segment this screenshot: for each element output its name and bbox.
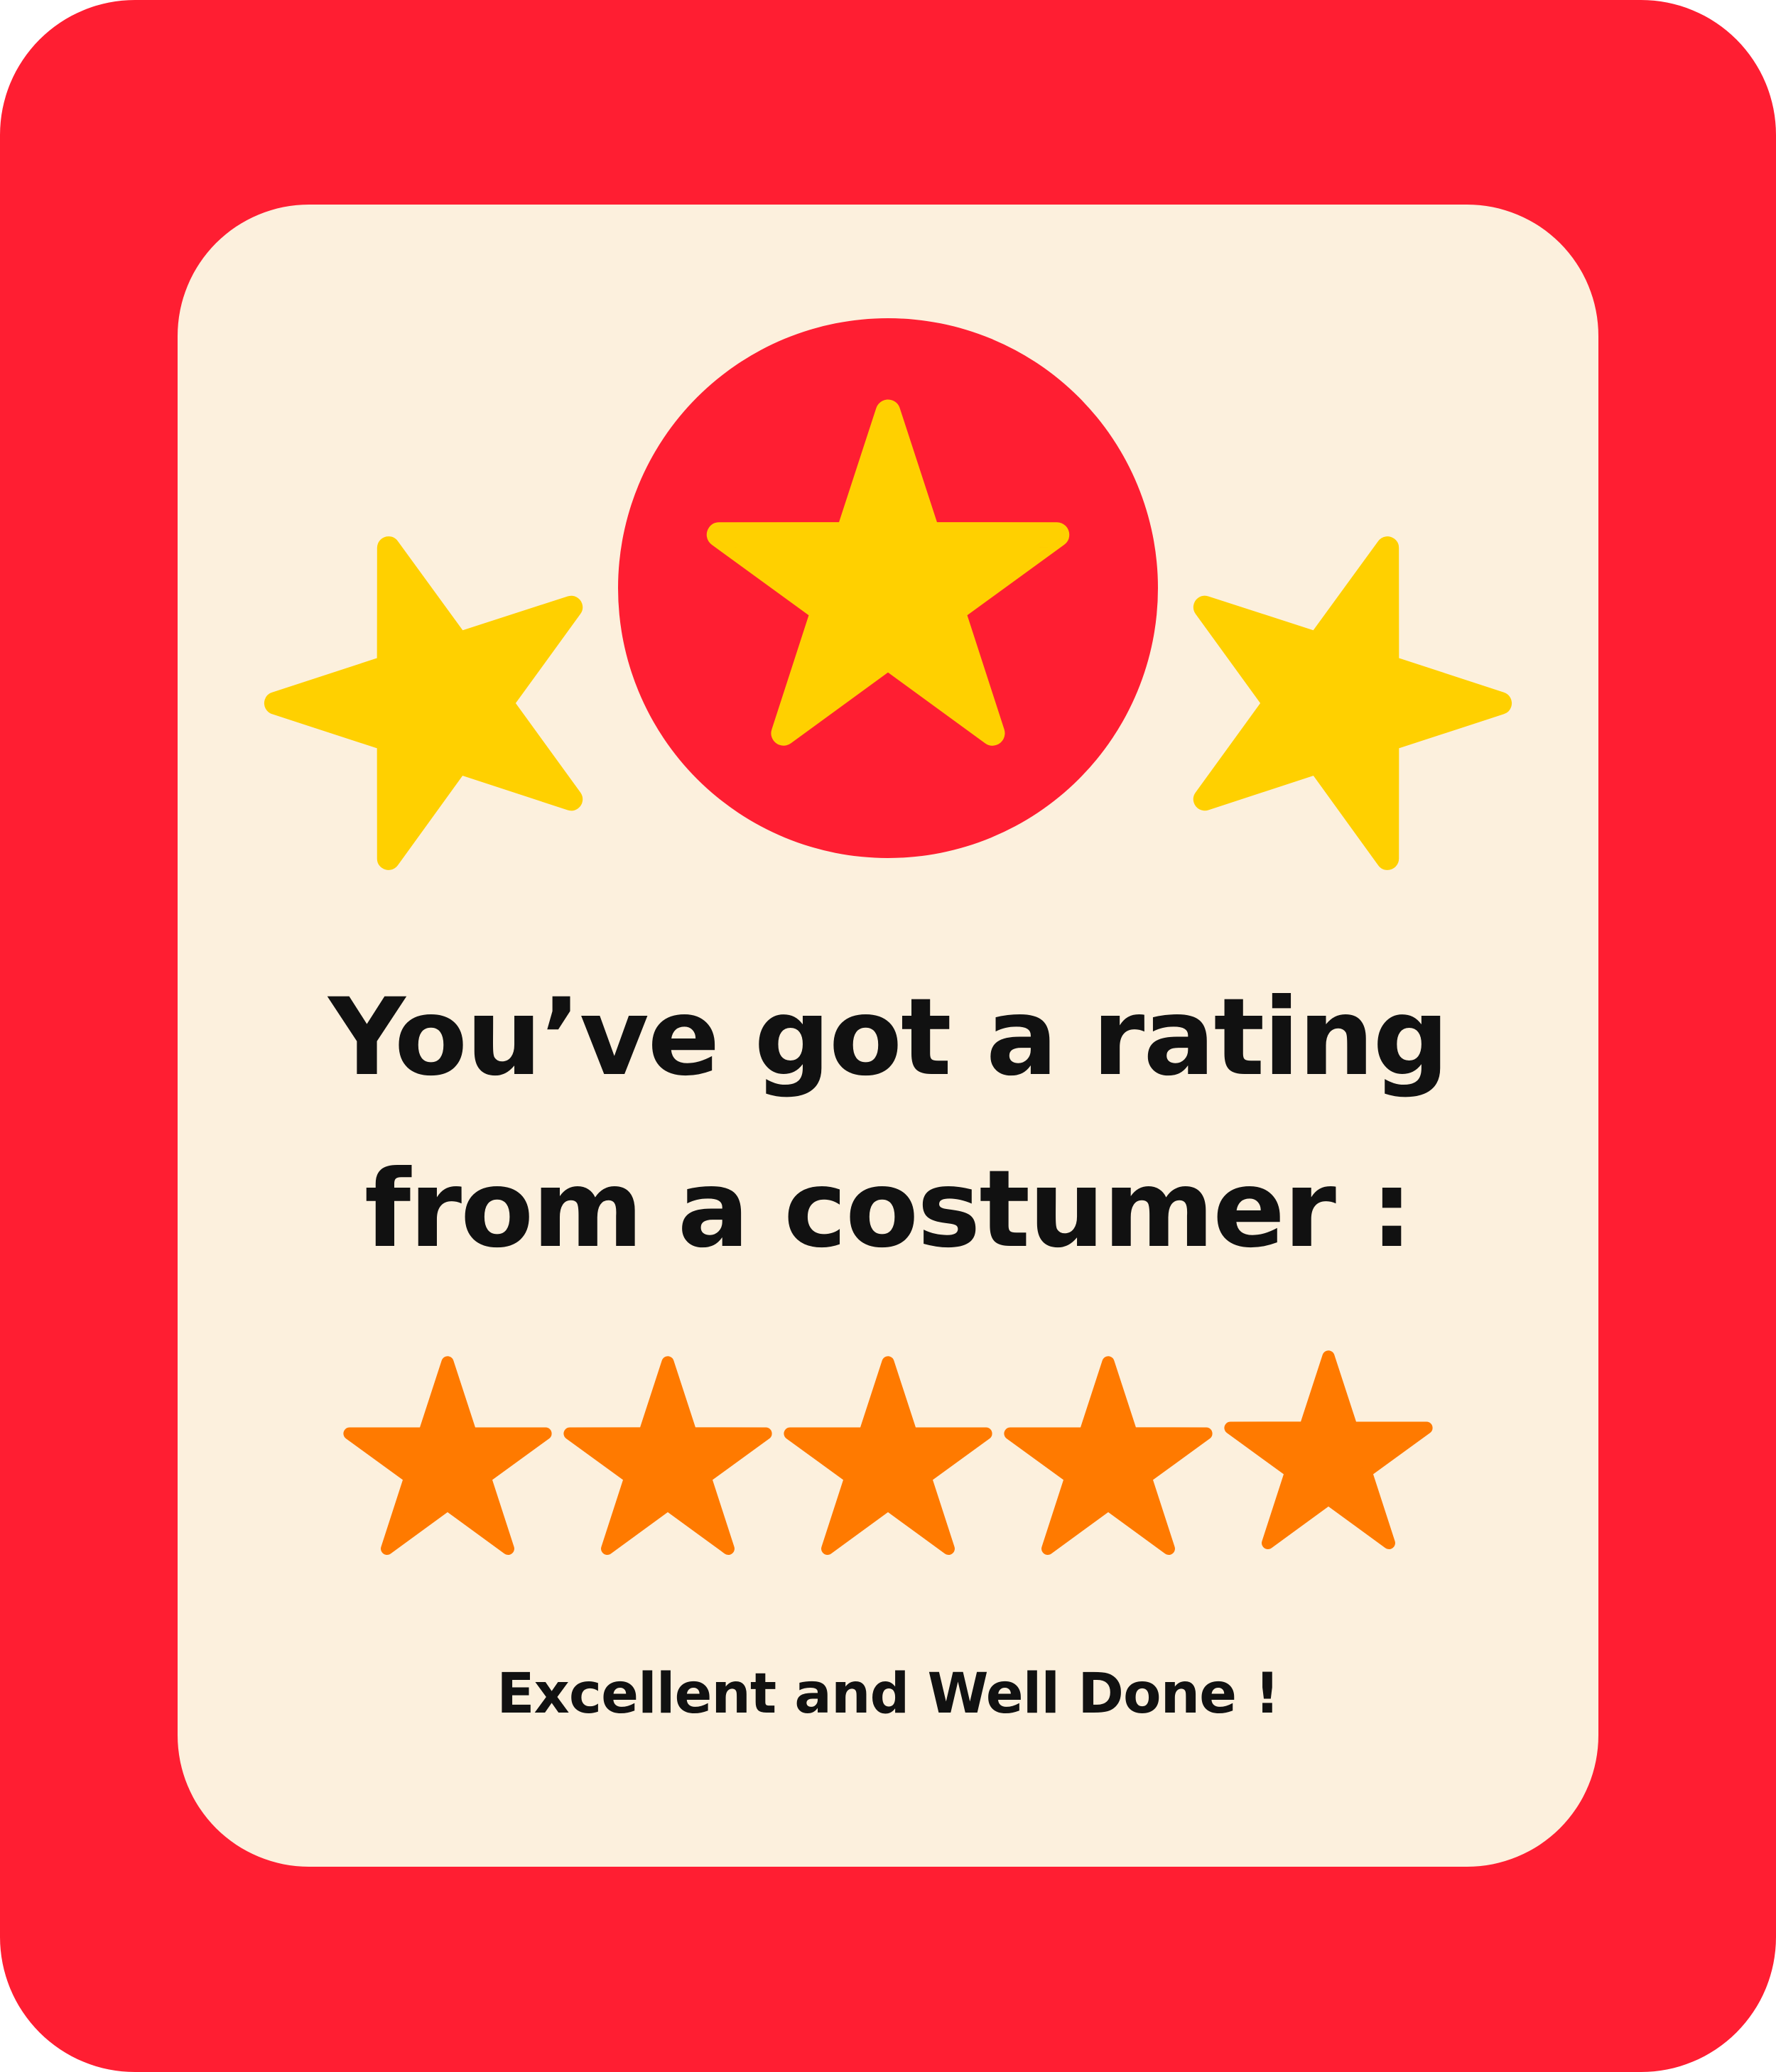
rating-star-icon bbox=[563, 1356, 772, 1556]
headline-line-2: from a costumer : bbox=[364, 1148, 1413, 1271]
rating-star-icon bbox=[1004, 1356, 1213, 1556]
rating-headline: You’ve got a rating from a costumer : bbox=[178, 952, 1598, 1296]
rating-tagline: Excellent and Well Done ! bbox=[497, 1662, 1280, 1726]
hero-star-center-icon bbox=[706, 399, 1070, 746]
rating-star-icon bbox=[784, 1356, 992, 1556]
rating-star-icon bbox=[1224, 1350, 1433, 1550]
headline-line-1: You’ve got a rating bbox=[328, 976, 1449, 1100]
rating-star-icon bbox=[343, 1356, 552, 1556]
